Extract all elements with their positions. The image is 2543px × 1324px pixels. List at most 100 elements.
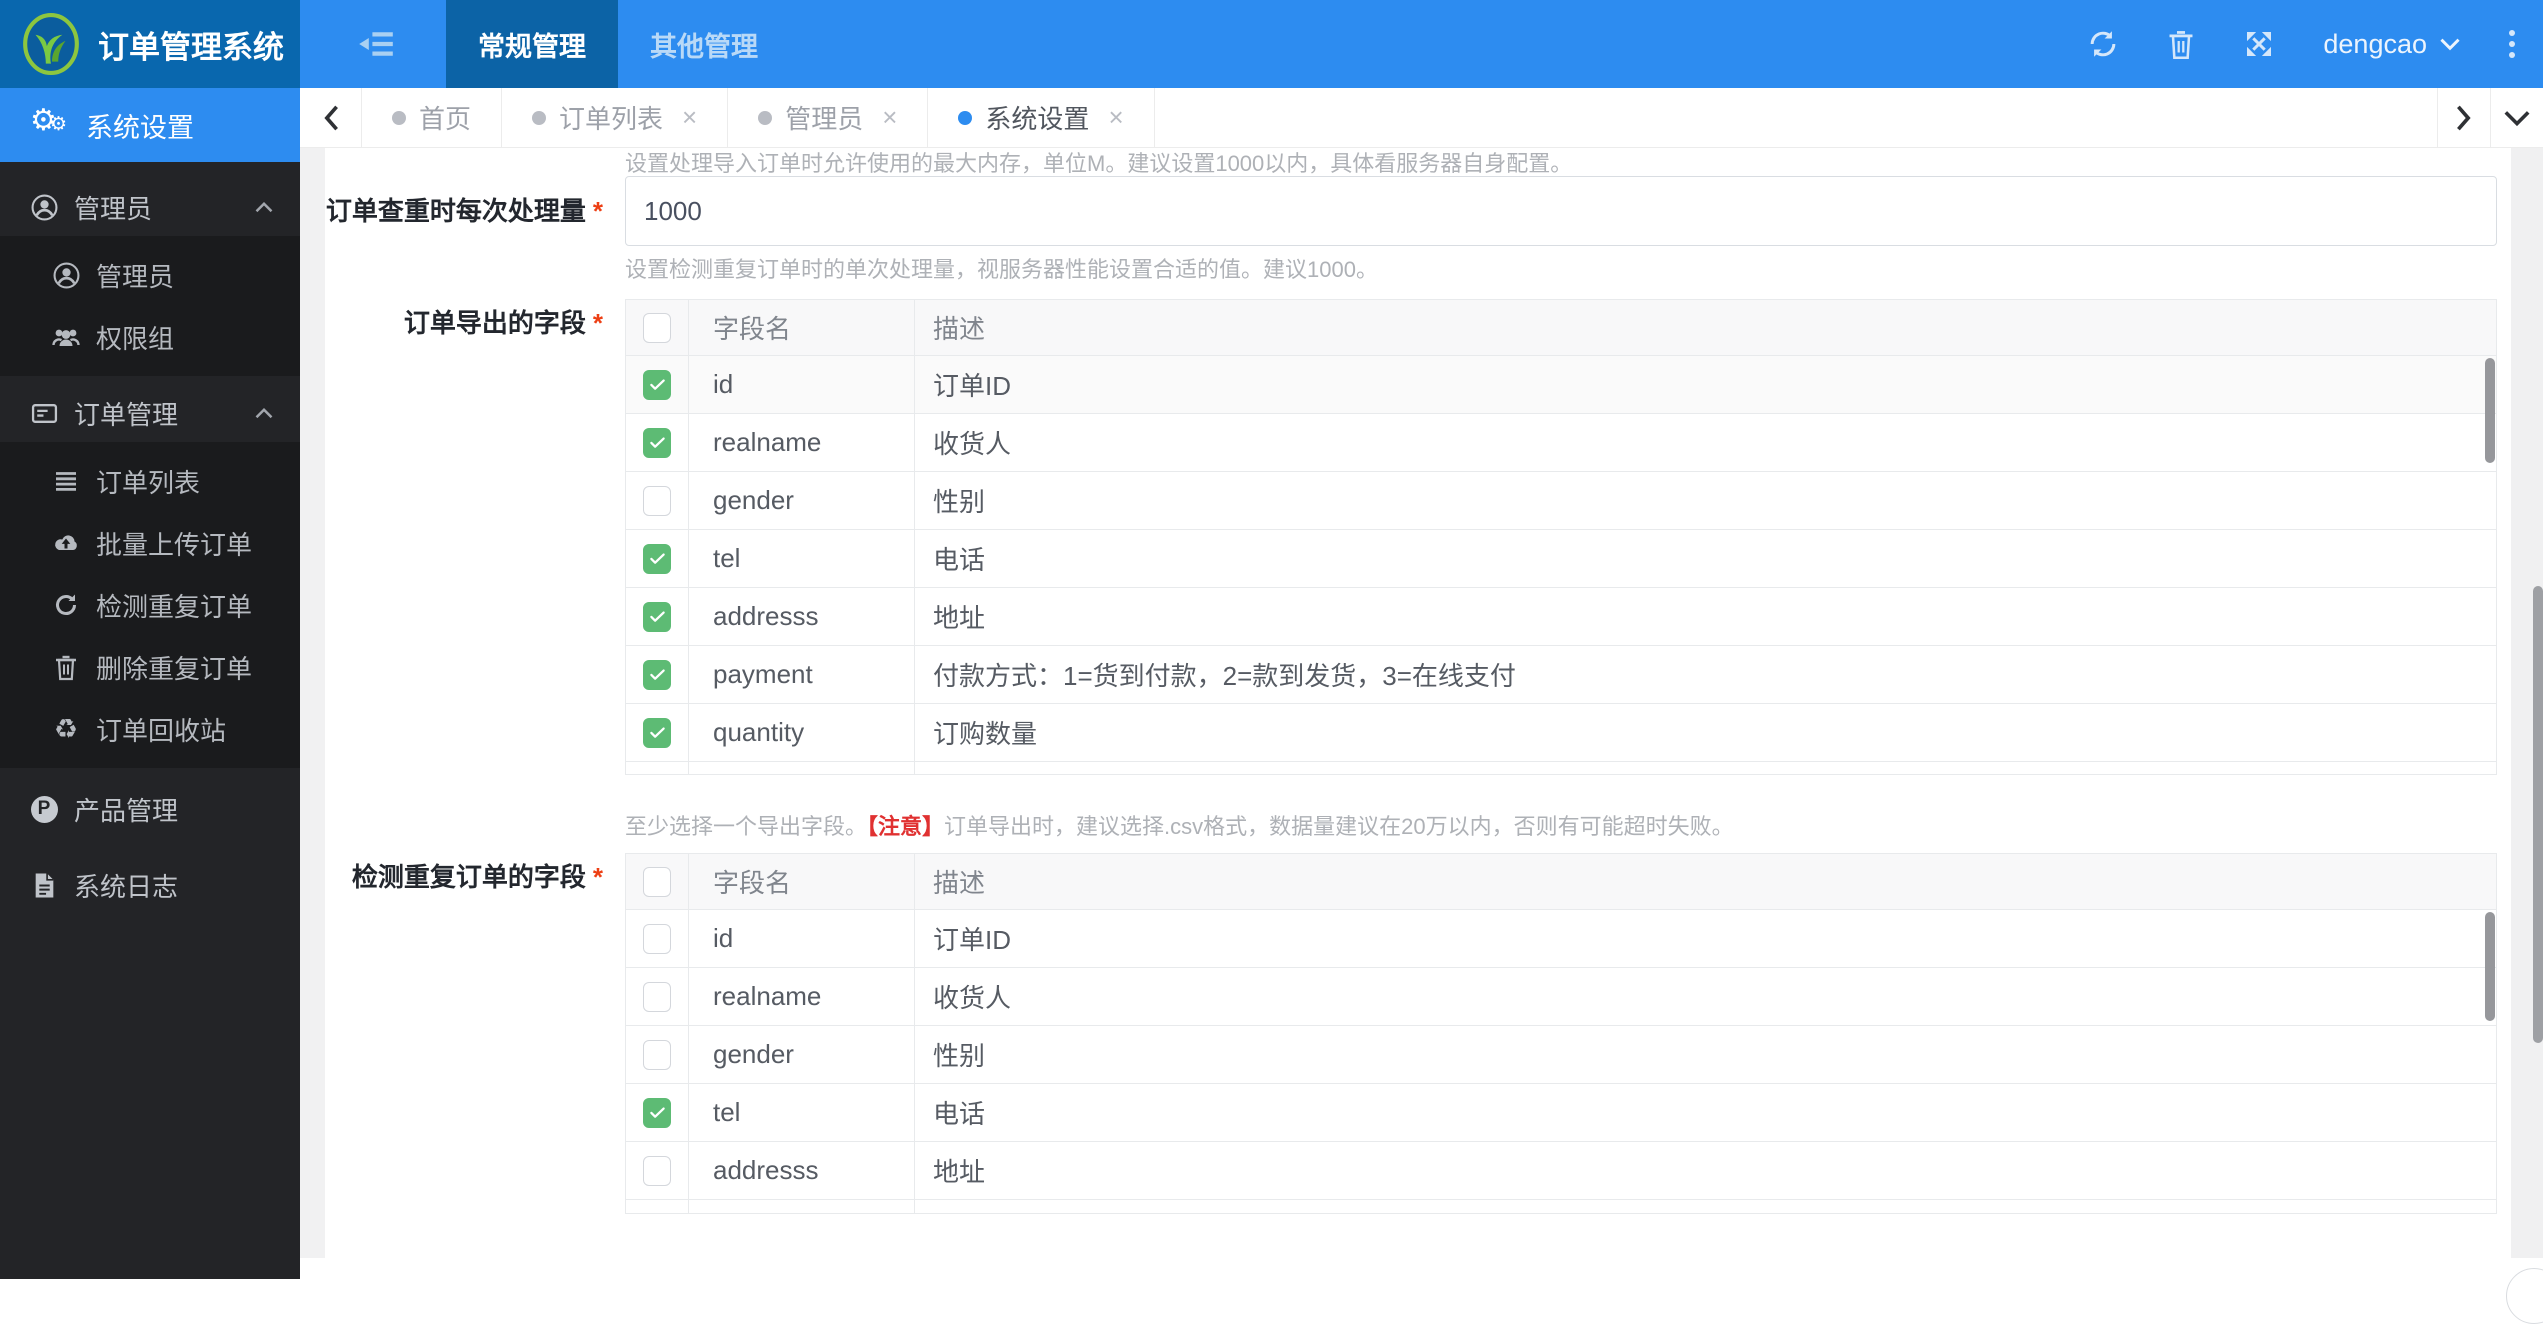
collapse-sidebar-icon[interactable] [358,29,394,59]
sidebar-subitem-label: 订单列表 [96,467,201,498]
checkbox-checked[interactable] [643,601,671,632]
field-desc-cell: 订单ID [933,371,1012,401]
tab-order-list[interactable]: 订单列表 × [502,88,729,147]
top-menu-item-general[interactable]: 常规管理 [446,0,618,88]
select-all-checkbox[interactable] [643,312,671,343]
tab-close-icon[interactable]: × [882,102,897,133]
tab-status-dot [392,110,406,125]
column-header-field: 字段名 [689,300,915,355]
row-checkbox-cell [626,1142,689,1199]
header-actions: dengcao [2087,28,2515,60]
sidebar-item-products[interactable]: P 产品管理 [0,780,300,838]
gear-icon: ⚙ ⚙ [30,104,68,137]
content-bottom-strip [300,1258,2543,1279]
fullscreen-icon[interactable] [2243,28,2275,60]
tab-scroll-right-icon[interactable] [2437,88,2490,147]
checkbox-unchecked[interactable] [643,1155,671,1186]
field-name-cell: payment [689,646,915,703]
required-asterisk: * [592,308,603,338]
checkbox-unchecked[interactable] [643,485,671,516]
sidebar-subitem-label: 批量上传订单 [96,529,253,560]
sidebar-submenu-orders: 订单列表批量上传订单 检测重复订单删除重复订单 ♻ 订单回收站 [0,442,300,768]
table-row-id: id 订单ID [626,910,2496,968]
field-name-cell: realname [689,968,915,1025]
sidebar-subitem-delete-duplicate-orders[interactable]: 删除重复订单 [0,636,300,698]
tab-scroll-left-icon[interactable] [300,88,362,147]
tab-close-icon[interactable]: × [682,102,697,133]
field-desc-cell: 电话 [933,1099,986,1129]
sidebar-item-system-settings[interactable]: ⚙ ⚙ 系统设置 [0,88,300,162]
trash-icon[interactable] [2167,29,2195,60]
sidebar-subitem-order-recycle-bin[interactable]: ♻ 订单回收站 [0,698,300,760]
warning-label: 【注意】 [867,814,945,839]
top-menu-item-other[interactable]: 其他管理 [618,0,790,88]
batch-size-input[interactable] [625,176,2497,246]
table-row-realname: realname 收货人 [626,968,2496,1026]
field-label: 订单查重时每次处理量 * [325,196,603,226]
tabbar: 首页 订单列表 × 管理员 × 系统设置 × [300,88,2543,148]
table-row-gender: gender 性别 [626,472,2496,530]
row-checkbox-cell [626,414,689,471]
logo-block: 订单管理系统 [0,0,300,88]
field-label: 订单导出的字段 * [403,308,603,338]
row-checkbox-cell [626,530,689,587]
tab-system-settings[interactable]: 系统设置 × [928,88,1155,147]
sidebar-group-orders: 订单管理订单列表批量上传订单 检测重复订单删除重复订单 ♻ 订单回收站 [0,384,300,768]
checkbox-checked[interactable] [643,369,671,400]
page-scrollbar-thumb[interactable] [2533,586,2543,1043]
table-row-quantity: quantity 订购数量 [626,704,2496,762]
tab-label: 订单列表 [559,104,664,134]
checkbox-checked[interactable] [643,1097,671,1128]
sidebar: ⚙ ⚙ 系统设置 管理员 管理员 权限组 订单管理 订单列表 批量上传订单 检测重复订单 删除重… [0,88,300,1279]
tab-close-icon[interactable]: × [1108,102,1123,133]
checkbox-checked[interactable] [643,659,671,690]
more-options-icon[interactable] [2509,30,2515,58]
tabbar-right-controls [2437,88,2543,147]
checkbox-checked[interactable] [643,543,671,574]
table-row-tel: tel 电话 [626,1084,2496,1142]
app-title: 订单管理系统 [98,29,284,65]
app-header: 订单管理系统 常规管理 其他管理 dengcao [0,0,2543,88]
checkbox-unchecked[interactable] [643,923,671,954]
checkbox-checked[interactable] [643,427,671,458]
users-icon [52,324,80,350]
field-desc-cell: 订购数量 [933,719,1038,749]
table-scrollbar-thumb[interactable] [2485,358,2495,463]
required-asterisk: * [592,862,603,892]
settings-form-card: 设置处理导入订单时允许使用的最大内存，单位M。建议设置1000以内，具体看服务器… [325,148,2513,1258]
cloud-upload-icon [52,531,80,555]
checkbox-unchecked[interactable] [643,981,671,1012]
tab-admin[interactable]: 管理员 × [728,88,929,147]
sidebar-item-orders[interactable]: 订单管理 [0,384,300,442]
sidebar-group-system-logs: 系统日志 [0,856,300,914]
sidebar-subitem-bulk-upload-orders[interactable]: 批量上传订单 [0,512,300,574]
sidebar-subitem-permission-group[interactable]: 权限组 [0,306,300,368]
sidebar-subitem-detect-duplicate-orders[interactable]: 检测重复订单 [0,574,300,636]
field-name-cell: gender [689,1026,915,1083]
checkbox-checked[interactable] [643,717,671,748]
product-icon: P [30,795,58,823]
table-scrollbar-thumb[interactable] [2485,912,2495,1021]
field-name-cell: addresss [689,1142,915,1199]
sidebar-group-products: P 产品管理 [0,780,300,838]
select-all-checkbox[interactable] [643,866,671,897]
sidebar-subitem-admin-list[interactable]: 管理员 [0,244,300,306]
field-desc-cell: 地址 [933,1157,986,1187]
tabs: 首页 订单列表 × 管理员 × 系统设置 × [362,88,1155,147]
table-header-row: 字段名 描述 [626,854,2496,910]
field-desc-cell: 收货人 [933,429,1012,459]
form-row-duplicate-fields: 检测重复订单的字段 * 字段名 描述 id 订单ID realname 收货人 gender 性… [352,853,2497,1214]
checkbox-unchecked[interactable] [643,1039,671,1070]
sidebar-item-system-logs[interactable]: 系统日志 [0,856,300,914]
sidebar-subitem-order-list[interactable]: 订单列表 [0,450,300,512]
page-scrollbar [2511,148,2543,1258]
table-header-row: 字段名 描述 [626,300,2496,356]
sidebar-subitem-label: 检测重复订单 [96,591,253,622]
refresh-icon[interactable] [2087,28,2119,60]
sidebar-groups: 管理员 管理员 权限组 订单管理 订单列表 批量上传订单 检测重复订单 删除重复订单 ♻ 订单回收… [0,178,300,914]
tab-list-collapse-icon[interactable] [2490,88,2543,147]
sidebar-group-admin: 管理员 管理员 权限组 [0,178,300,376]
user-menu[interactable]: dengcao [2323,29,2461,60]
tab-home[interactable]: 首页 [362,88,503,147]
sidebar-item-admin[interactable]: 管理员 [0,178,300,236]
